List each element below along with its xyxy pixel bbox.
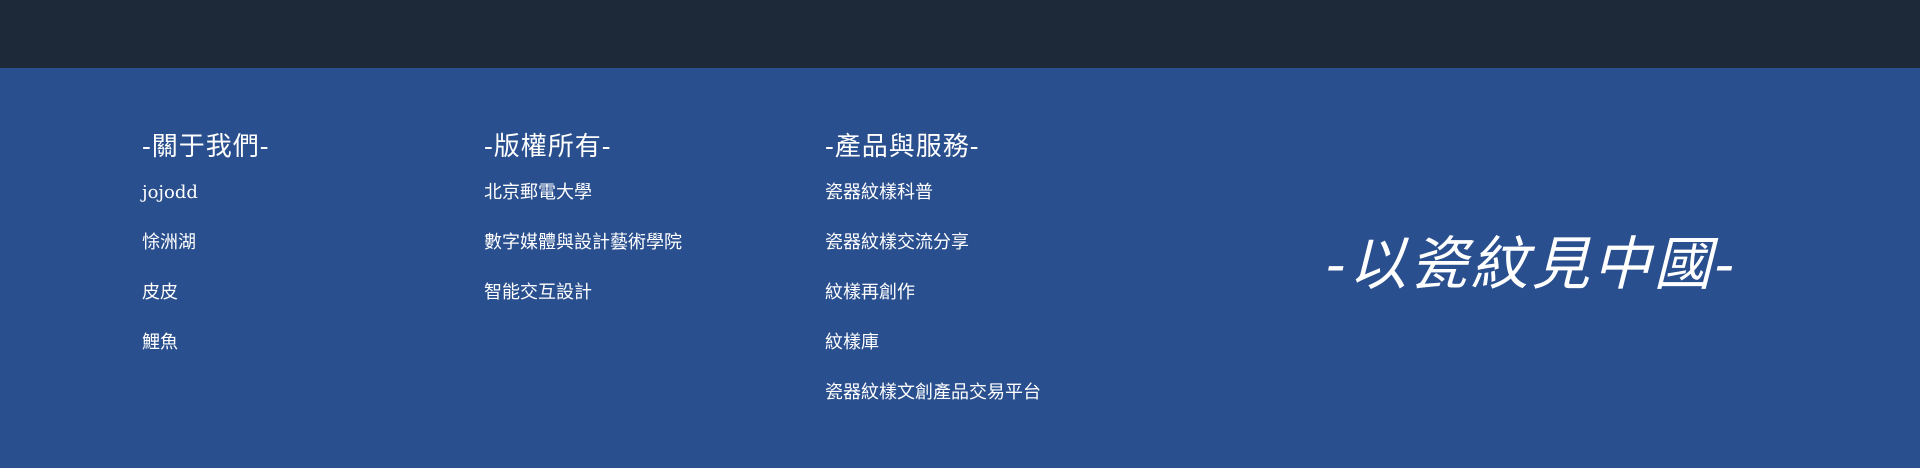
footer-link[interactable]: jojodd (142, 182, 270, 232)
column-title-products: -產品與服務- (825, 132, 980, 162)
footer-link[interactable]: 瓷器紋樣文創產品交易平台 (825, 382, 1041, 432)
footer-link[interactable]: 瓷器紋樣交流分享 (825, 232, 1041, 282)
footer-link[interactable]: 鯉魚 (142, 332, 270, 382)
about-links: jojodd 悇洲湖 皮皮 鯉魚 (142, 182, 270, 382)
footer-link[interactable]: 瓷器紋樣科普 (825, 182, 1041, 232)
footer-slogan: -以瓷紋見中國- (1326, 230, 1738, 298)
footer-link[interactable]: 紋樣再創作 (825, 282, 1041, 332)
column-title-copyright: -版權所有- (484, 132, 612, 162)
footer-link[interactable]: 數字媒體與設計藝術學院 (484, 232, 682, 282)
footer-column-products: -產品與服務- 瓷器紋樣科普 瓷器紋樣交流分享 紋樣再創作 紋樣庫 瓷器紋樣文創… (825, 130, 1041, 432)
site-footer: -關于我們- jojodd 悇洲湖 皮皮 鯉魚 -版權所有- 北京郵電大學 數字… (0, 68, 1920, 468)
top-bar (0, 0, 1920, 68)
footer-link[interactable]: 皮皮 (142, 282, 270, 332)
footer-link[interactable]: 紋樣庫 (825, 332, 1041, 382)
footer-column-copyright: -版權所有- 北京郵電大學 數字媒體與設計藝術學院 智能交互設計 (484, 130, 682, 332)
product-links: 瓷器紋樣科普 瓷器紋樣交流分享 紋樣再創作 紋樣庫 瓷器紋樣文創產品交易平台 (825, 182, 1041, 432)
footer-link[interactable]: 悇洲湖 (142, 232, 270, 282)
column-title-about: -關于我們- (142, 132, 270, 162)
footer-link[interactable]: 北京郵電大學 (484, 182, 682, 232)
footer-column-about: -關于我們- jojodd 悇洲湖 皮皮 鯉魚 (142, 130, 270, 382)
footer-link[interactable]: 智能交互設計 (484, 282, 682, 332)
copyright-links: 北京郵電大學 數字媒體與設計藝術學院 智能交互設計 (484, 182, 682, 332)
